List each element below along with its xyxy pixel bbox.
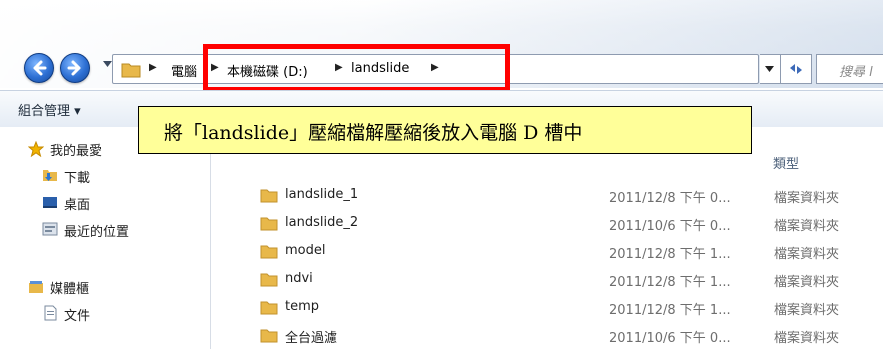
sidebar-item-recent-places[interactable]: 最近的位置 (42, 221, 130, 240)
file-type: 檔案資料夾 (774, 275, 840, 290)
sidebar-item-downloads[interactable]: 下載 (43, 167, 91, 186)
library-icon (29, 281, 43, 293)
desktop-icon (43, 197, 57, 208)
download-folder-icon (43, 170, 57, 181)
callout-text: 將「landslide」壓縮檔解壓縮後放入電腦 D 槽中 (164, 122, 583, 144)
file-date: 2011/10/6 下午 0... (609, 219, 731, 234)
refresh-icon (790, 64, 802, 74)
file-type: 檔案資料夾 (774, 247, 840, 262)
forward-button[interactable] (60, 53, 90, 83)
folder-icon (260, 273, 278, 287)
sidebar-item-label: 桌面 (64, 198, 91, 213)
documents-icon (44, 305, 57, 321)
file-type: 檔案資料夾 (774, 303, 840, 318)
sidebar-item-label: 下載 (64, 171, 91, 186)
folder-icon (121, 63, 141, 78)
navigation-pane: 我的最愛 下載 桌面 最近的位置 媒體櫃 文件 (0, 127, 211, 349)
file-row[interactable]: model 2011/12/8 下午 1... 檔案資料夾 (255, 240, 883, 262)
address-history-dropdown[interactable] (760, 54, 781, 84)
chevron-down-icon (765, 66, 774, 72)
recent-places-icon (42, 222, 58, 236)
file-type: 檔案資料夾 (774, 331, 840, 346)
file-type: 檔案資料夾 (774, 219, 840, 234)
file-name: ndvi (285, 271, 313, 286)
file-row[interactable]: temp 2011/12/8 下午 1... 檔案資料夾 (255, 296, 883, 318)
file-row[interactable]: ndvi 2011/12/8 下午 1... 檔案資料夾 (255, 268, 883, 290)
folder-icon (260, 301, 278, 315)
sidebar-item-documents[interactable]: 文件 (44, 305, 91, 324)
folder-icon (260, 245, 278, 259)
recent-pages-dropdown-icon[interactable] (103, 61, 112, 67)
refresh-button[interactable] (780, 54, 812, 84)
file-date: 2011/10/6 下午 0... (609, 331, 731, 346)
file-name: 全台過濾 (285, 331, 338, 346)
file-type: 檔案資料夾 (774, 191, 840, 206)
file-name: landslide_1 (285, 187, 359, 202)
address-highlight-box (203, 44, 510, 92)
file-date: 2011/12/8 下午 1... (609, 247, 731, 262)
sidebar-item-label: 最近的位置 (64, 225, 130, 240)
file-row[interactable]: landslide_1 2011/12/8 下午 0... 檔案資料夾 (255, 184, 883, 206)
sidebar-item-libraries[interactable]: 媒體櫃 (29, 278, 90, 297)
back-button[interactable] (24, 53, 54, 83)
sidebar-item-label: 媒體櫃 (50, 282, 90, 297)
back-arrow-icon (33, 60, 47, 76)
search-box[interactable]: 搜尋 l (816, 54, 883, 84)
file-row[interactable]: 全台過濾 2011/10/6 下午 0... 檔案資料夾 (255, 324, 883, 346)
file-date: 2011/12/8 下午 0... (609, 191, 731, 206)
folder-icon (260, 329, 278, 343)
file-row[interactable]: landslide_2 2011/10/6 下午 0... 檔案資料夾 (255, 212, 883, 234)
forward-arrow-icon (67, 60, 81, 76)
organize-button[interactable]: 組合管理 ▾ (18, 100, 81, 119)
instruction-callout: 將「landslide」壓縮檔解壓縮後放入電腦 D 槽中 (138, 106, 752, 154)
sidebar-item-label: 文件 (64, 309, 91, 324)
sidebar-item-desktop[interactable]: 桌面 (43, 194, 91, 213)
file-date: 2011/12/8 下午 1... (609, 303, 731, 318)
search-placeholder: 搜尋 l (839, 65, 873, 80)
file-date: 2011/12/8 下午 1... (609, 275, 731, 290)
file-name: landslide_2 (285, 215, 359, 230)
star-icon (28, 141, 44, 157)
column-header-type[interactable]: 類型 (773, 153, 799, 172)
file-name: temp (285, 299, 320, 314)
file-name: model (285, 243, 326, 258)
breadcrumb-arrow-icon[interactable]: ▶ (149, 62, 157, 73)
sidebar-item-favorites[interactable]: 我的最愛 (28, 140, 103, 159)
folder-icon (260, 217, 278, 231)
breadcrumb-computer[interactable]: 電腦 (171, 61, 197, 80)
sidebar-item-label: 我的最愛 (50, 144, 103, 159)
folder-icon (260, 189, 278, 203)
